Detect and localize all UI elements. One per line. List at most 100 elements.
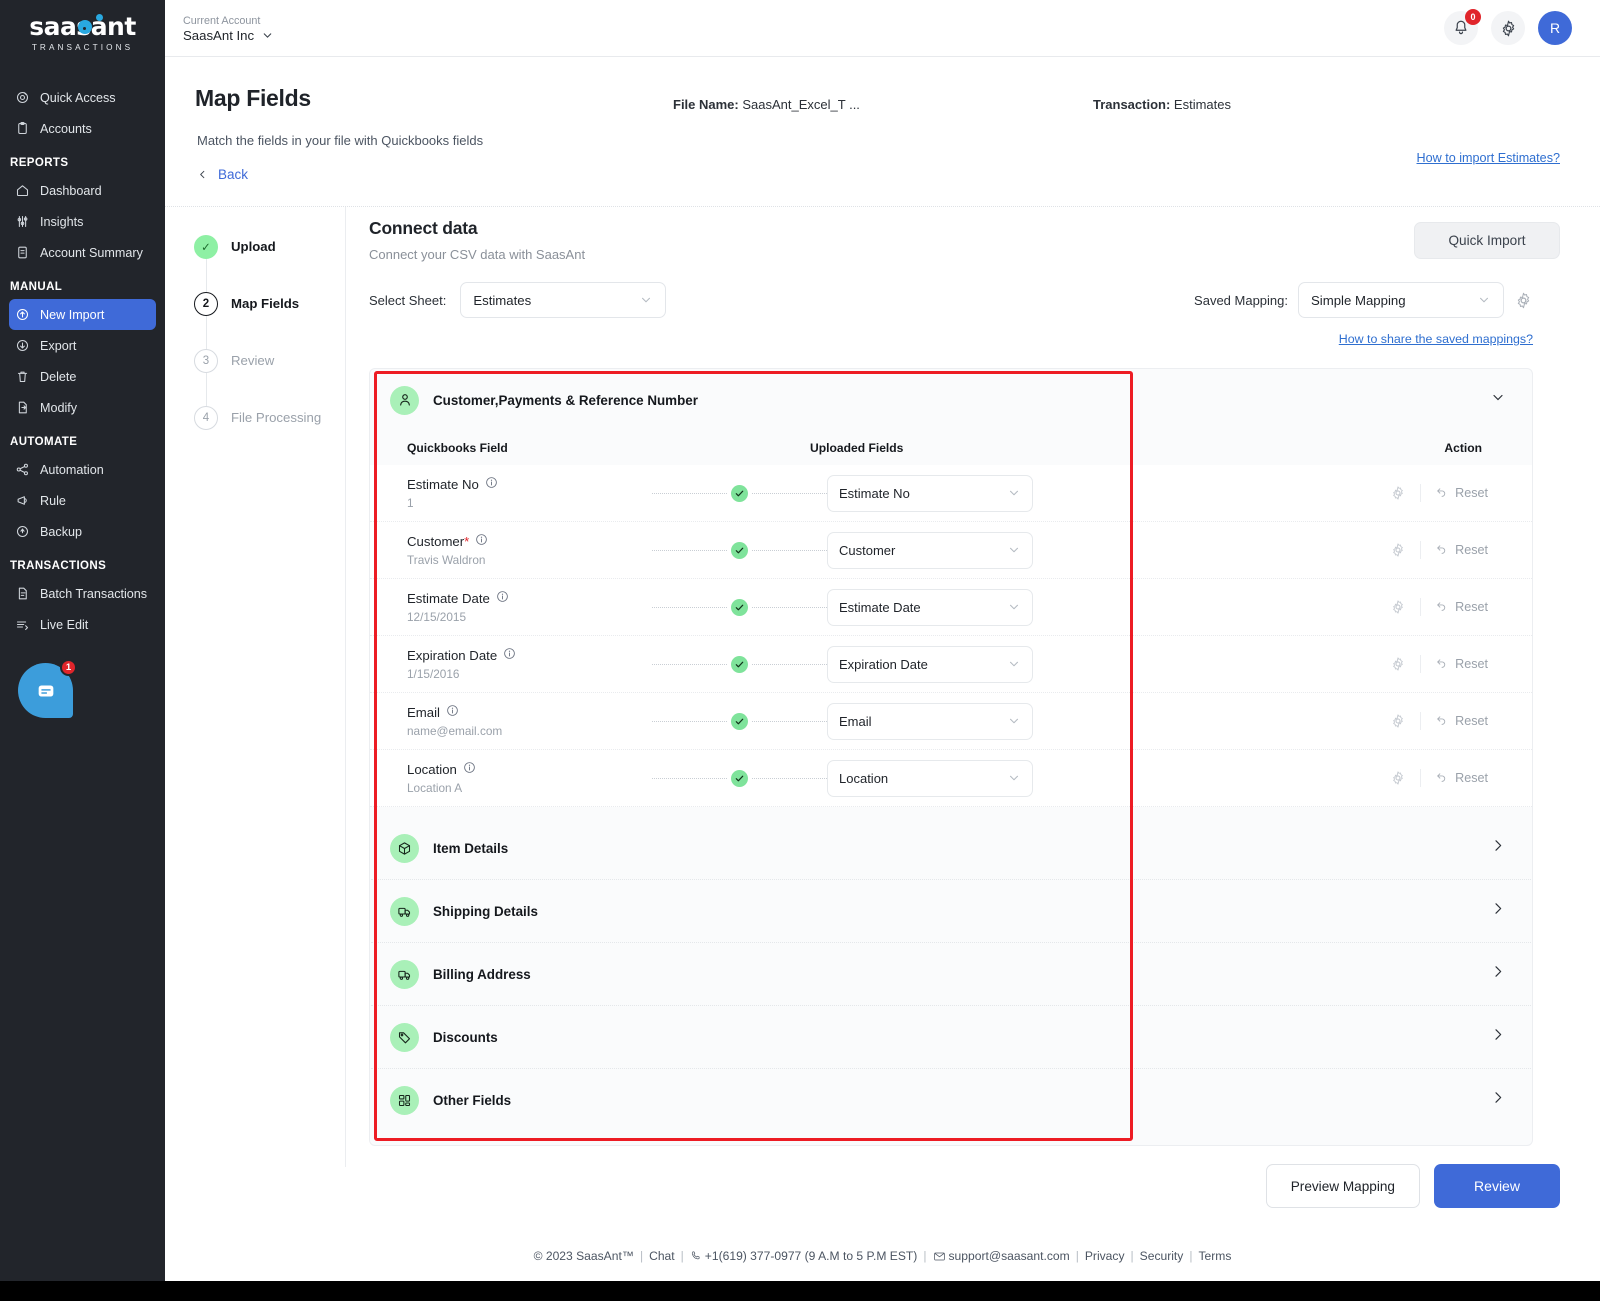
chevron-right-icon[interactable] [1490,838,1506,859]
undo-icon [1435,770,1448,786]
footer-security-link[interactable]: Security [1140,1249,1184,1263]
uploaded-field-dropdown-location[interactable]: Location [827,759,1033,797]
truck-icon [390,959,419,989]
footer-phone[interactable]: +1(619) 377-0977 (9 A.M to 5 P.M EST) [705,1249,918,1263]
sidebar-item-account-summary[interactable]: Account Summary [9,237,156,268]
select-sheet-value: Estimates [473,292,532,308]
account-name[interactable]: SaasAnt Inc [183,28,274,43]
section-billing-address[interactable]: Billing Address [370,943,1532,1005]
footer-chat-link[interactable]: Chat [649,1249,675,1263]
chat-widget-button[interactable]: 1 [18,659,77,718]
sidebar-item-insights[interactable]: Insights [9,206,156,237]
account-switcher[interactable]: Current Account SaasAnt Inc [183,14,274,43]
row-settings-button[interactable] [1376,713,1420,729]
info-icon[interactable] [463,761,476,777]
settings-button[interactable] [1491,11,1525,45]
sidebar-item-quick-access[interactable]: Quick Access [9,82,156,113]
step-marker: ✓ [194,234,218,259]
chevron-right-icon[interactable] [1490,1090,1506,1111]
mapping-connector [652,541,827,559]
qb-field-name: Email [407,704,652,720]
sidebar-item-new-import[interactable]: New Import [9,299,156,330]
back-button[interactable]: Back [197,167,248,182]
file-name-value: SaasAnt_Excel_T ... [742,97,860,112]
reset-label: Reset [1455,714,1488,728]
sidebar-item-dashboard[interactable]: Dashboard [9,175,156,206]
uploaded-field-dropdown-expiration-date[interactable]: Expiration Date [827,645,1033,683]
top-bar: Current Account SaasAnt Inc 0 R [165,0,1600,57]
section-item-details[interactable]: Item Details [370,817,1532,879]
footer-separator: | [923,1249,927,1263]
copyright-text: © 2023 SaasAnt™ [533,1249,634,1263]
info-icon[interactable] [503,647,516,663]
select-sheet-dropdown[interactable]: Estimates [460,282,667,318]
avatar[interactable]: R [1538,11,1572,45]
chevron-down-icon[interactable] [1490,390,1506,411]
row-reset-button[interactable]: Reset [1421,713,1488,729]
sidebar-item-live-edit[interactable]: Live Edit [9,609,156,640]
connect-data-subtitle: Connect your CSV data with SaasAnt [369,247,586,262]
sidebar-item-modify[interactable]: Modify [9,392,156,423]
cell-quickbooks-field: Email name@email.com [390,704,652,739]
chevron-right-icon[interactable] [1490,1027,1506,1048]
info-icon[interactable] [446,704,459,720]
mapping-settings-button[interactable] [1514,291,1533,310]
saved-mapping-dropdown[interactable]: Simple Mapping [1298,282,1504,318]
truck-icon [390,896,419,926]
row-settings-button[interactable] [1376,542,1420,558]
sidebar-item-label: Backup [40,524,83,539]
section-discounts[interactable]: Discounts [370,1006,1532,1068]
connector-dots-left [652,663,727,665]
section-shipping-details[interactable]: Shipping Details [370,880,1532,942]
footer-email[interactable]: support@saasant.com [949,1249,1070,1263]
row-reset-button[interactable]: Reset [1421,542,1488,558]
mapping-section-header[interactable]: Customer,Payments & Reference Number [370,369,1532,431]
step-map-fields[interactable]: 2 Map Fields [194,275,339,355]
how-to-import-link[interactable]: How to import Estimates? [1417,151,1560,165]
uploaded-field-dropdown-email[interactable]: Email [827,702,1033,740]
cell-action: Reset [1249,712,1506,730]
chevron-right-icon[interactable] [1490,964,1506,985]
review-button[interactable]: Review [1434,1164,1560,1208]
footer-terms-link[interactable]: Terms [1199,1249,1232,1263]
footer-privacy-link[interactable]: Privacy [1085,1249,1125,1263]
row-settings-button[interactable] [1376,599,1420,615]
connector-dots-right [752,492,827,494]
footer-actions: Preview Mapping Review [1265,1164,1560,1208]
row-reset-button[interactable]: Reset [1421,770,1488,786]
step-upload[interactable]: ✓ Upload [194,218,339,298]
sidebar-item-backup[interactable]: Backup [9,516,156,547]
step-file-processing[interactable]: 4 File Processing [194,389,339,446]
notifications-button[interactable]: 0 [1444,9,1481,45]
sidebar-item-export[interactable]: Export [9,330,156,361]
row-reset-button[interactable]: Reset [1421,485,1488,501]
info-icon[interactable] [485,476,498,492]
chat-badge: 1 [60,659,77,676]
undo-icon [1435,656,1448,672]
sidebar-item-delete[interactable]: Delete [9,361,156,392]
quick-import-button[interactable]: Quick Import [1414,222,1560,259]
section-other-fields[interactable]: Other Fields [370,1069,1532,1131]
row-reset-button[interactable]: Reset [1421,656,1488,672]
mapping-table-body: Estimate No 1 Estimate No Reset Customer* Tra… [370,465,1532,807]
row-settings-button[interactable] [1376,770,1420,786]
sidebar-item-rule[interactable]: Rule [9,485,156,516]
uploaded-field-dropdown-estimate-no[interactable]: Estimate No [827,474,1033,512]
sidebar-item-accounts[interactable]: Accounts [9,113,156,144]
preview-mapping-button[interactable]: Preview Mapping [1265,1164,1420,1208]
info-icon[interactable] [496,590,509,606]
chevron-right-icon[interactable] [1490,901,1506,922]
sidebar-item-batch-transactions[interactable]: Batch Transactions [9,578,156,609]
uploaded-field-dropdown-customer[interactable]: Customer [827,531,1033,569]
row-settings-button[interactable] [1376,485,1420,501]
row-reset-button[interactable]: Reset [1421,599,1488,615]
transaction-value: Estimates [1173,97,1231,112]
uploaded-field-dropdown-estimate-date[interactable]: Estimate Date [827,588,1033,626]
step-review[interactable]: 3 Review [194,332,339,412]
qb-sample-value: Location A [407,781,463,795]
sidebar-item-automation[interactable]: Automation [9,454,156,485]
table-row: Estimate No 1 Estimate No Reset [370,465,1532,522]
row-settings-button[interactable] [1376,656,1420,672]
share-mappings-link[interactable]: How to share the saved mappings? [369,332,1533,346]
info-icon[interactable] [475,533,488,549]
